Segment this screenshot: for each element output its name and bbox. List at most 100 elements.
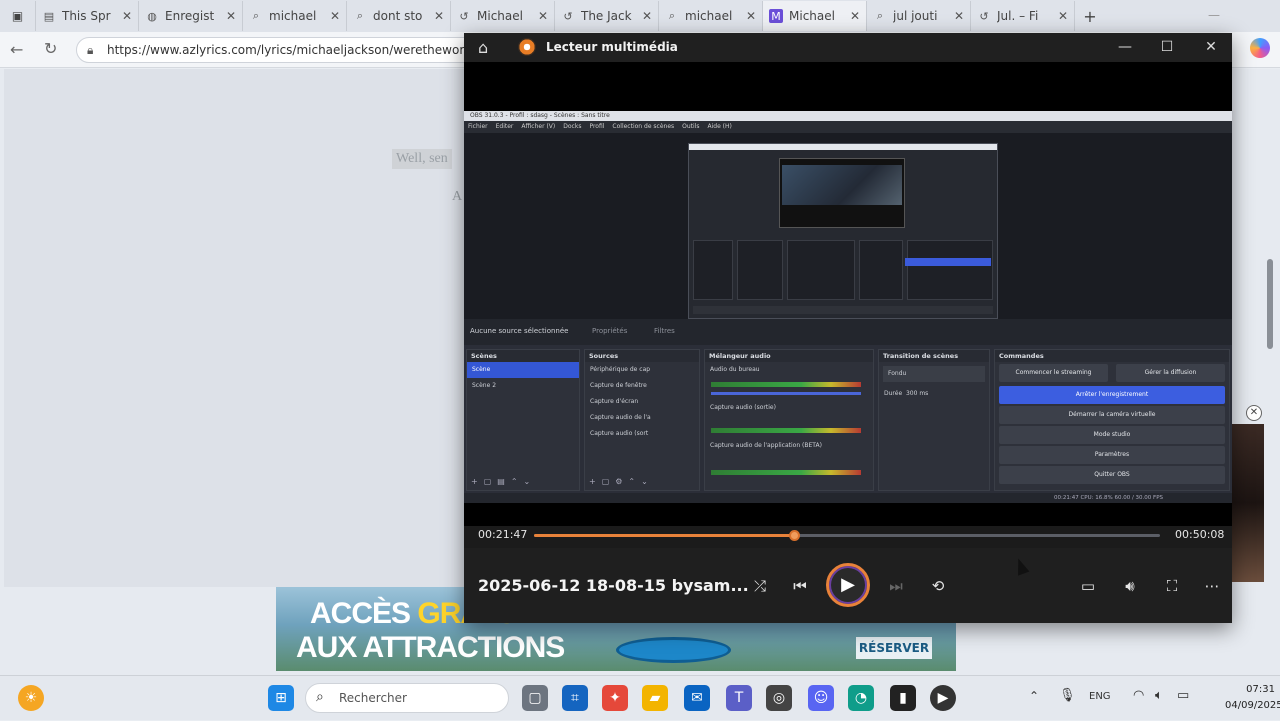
- ad-reserve-button[interactable]: RÉSERVER: [856, 637, 932, 659]
- back-icon[interactable]: ←: [10, 40, 23, 59]
- close-tab-icon[interactable]: ✕: [1058, 9, 1068, 23]
- discord-icon[interactable]: ☺: [808, 685, 834, 711]
- widgets-icon[interactable]: ☀: [18, 685, 44, 711]
- obs-title-bar: OBS 31.0.3 - Profil : sdasg - Scènes : S…: [464, 111, 1232, 121]
- obs-menu-bar: Fichier Editer Afficher (V) Docks Profil Coll…: [464, 121, 1232, 133]
- obs-transitions-dock: Transition de scènes Fondu Durée 300 ms: [878, 349, 990, 491]
- close-ad-icon[interactable]: ✕: [1246, 405, 1262, 421]
- miniplayer-icon[interactable]: ▭: [1074, 572, 1102, 600]
- system-tray: ⌃ 🎙︎ ENG ◠ 🔈︎ ▭ 07:31 04/09/2025: [1025, 676, 1280, 721]
- plus-icon: +: [1083, 6, 1097, 26]
- page-scrollbar[interactable]: [1267, 259, 1273, 349]
- seek-track[interactable]: [534, 530, 1160, 541]
- close-tab-icon[interactable]: ✕: [954, 9, 964, 23]
- lyric-text: A: [452, 189, 463, 204]
- language-indicator[interactable]: ENG: [1089, 691, 1111, 702]
- search-icon: ⌕: [356, 9, 364, 22]
- media-file-title: 2025-06-12 18-08-15 bysam...: [478, 576, 749, 595]
- chrome-icon[interactable]: ◎: [766, 685, 792, 711]
- ad-subheadline: AUX ATTRACTIONS: [296, 631, 565, 664]
- outlook-icon[interactable]: ✉: [684, 685, 710, 711]
- copilot-app-icon[interactable]: ✦: [602, 685, 628, 711]
- refresh-icon[interactable]: ↻: [44, 39, 57, 58]
- maximize-icon[interactable]: ☐: [1152, 37, 1182, 57]
- play-button[interactable]: ▶: [826, 563, 870, 607]
- search-icon: ⌕: [668, 9, 676, 22]
- close-tab-icon[interactable]: ✕: [538, 9, 548, 23]
- browser-tab[interactable]: ⌕ dont sto ✕: [347, 1, 451, 31]
- close-tab-icon[interactable]: ✕: [226, 9, 236, 23]
- lock-icon: 🔒︎: [87, 43, 94, 57]
- obs-scenes-dock: Scènes Scène Scène 2 +▢▤⌃⌄: [466, 349, 580, 491]
- home-icon[interactable]: ⌂: [478, 38, 488, 57]
- browser-tab[interactable]: ◍ Enregist ✕: [139, 1, 243, 31]
- browser-tab[interactable]: ⌕ michael ✕: [243, 1, 347, 31]
- copilot-icon[interactable]: [1250, 38, 1270, 58]
- history-icon: ↺: [459, 9, 469, 23]
- close-tab-icon[interactable]: ✕: [122, 9, 132, 23]
- player-app-title: Lecteur multimédia: [546, 40, 678, 54]
- duration-time: 00:50:08: [1175, 528, 1225, 541]
- seek-bar[interactable]: 00:21:47 00:50:08: [464, 526, 1232, 544]
- obs-audio-mixer-dock: Mélangeur audio Audio du bureau Capture …: [704, 349, 874, 491]
- shuffle-icon[interactable]: ⤮: [746, 572, 774, 600]
- new-tab-button[interactable]: +: [1075, 1, 1105, 31]
- visual-studio-icon[interactable]: ⌗: [562, 685, 588, 711]
- minimize-icon[interactable]: —: [1208, 8, 1220, 22]
- url-field[interactable]: 🔒︎ https://www.azlyrics.com/lyrics/micha…: [76, 37, 496, 63]
- browser-tab-active[interactable]: M Michael ✕: [763, 1, 867, 31]
- play-icon: ▶: [841, 574, 855, 595]
- tab-actions-button[interactable]: ▣: [0, 1, 36, 31]
- obs-status-bar: 00:21:47 CPU: 16.8% 60.00 / 30.00 FPS: [464, 493, 1232, 503]
- repeat-off-icon[interactable]: ⟲: [924, 572, 952, 600]
- taskbar-search[interactable]: ⌕ Rechercher: [305, 683, 509, 713]
- start-windows-icon[interactable]: ⊞: [268, 685, 294, 711]
- obs-controls-dock: Commandes Commencer le streaming Gérer l…: [994, 349, 1230, 491]
- browser-tab[interactable]: ↺ Michael ✕: [451, 1, 555, 31]
- file-explorer-icon[interactable]: ▰: [642, 685, 668, 711]
- media-player-logo-icon: [518, 38, 536, 56]
- next-icon[interactable]: ⏭: [882, 572, 910, 600]
- volume-icon[interactable]: 🔊︎: [1116, 572, 1144, 600]
- browser-tab[interactable]: ↺ Jul. – Fi ✕: [971, 1, 1075, 31]
- obs-scene-toolbar: Aucune source sélectionnée Propriétés Fi…: [464, 319, 1232, 345]
- media-player-window: ⌂ Lecteur multimédia — ☐ ✕ OBS 31.0.3 - …: [464, 33, 1232, 623]
- clock-time[interactable]: 07:31: [1235, 684, 1275, 695]
- obs-recording-frame: OBS 31.0.3 - Profil : sdasg - Scènes : S…: [464, 111, 1232, 503]
- player-control-bar: 2025-06-12 18-08-15 bysam... ⤮ ⏮ ▶ ⏭ ⟲ ▭…: [464, 548, 1232, 623]
- browser-tab[interactable]: ↺ The Jack ✕: [555, 1, 659, 31]
- teams-icon[interactable]: T: [726, 685, 752, 711]
- previous-icon[interactable]: ⏮: [786, 572, 814, 600]
- media-player-taskbar-icon[interactable]: ▶: [930, 685, 956, 711]
- microphone-icon[interactable]: 🎙︎: [1059, 688, 1076, 703]
- current-time: 00:21:47: [478, 528, 528, 541]
- close-tab-icon[interactable]: ✕: [434, 9, 444, 23]
- close-tab-icon[interactable]: ✕: [642, 9, 652, 23]
- close-icon[interactable]: ✕: [1196, 37, 1226, 57]
- windows-taskbar: ☀ ⊞ ⌕ Rechercher ▢ ⌗ ✦ ▰ ✉ T ◎ ☺ ◔ ▮ ▶ ⌃…: [0, 675, 1280, 720]
- fullscreen-icon[interactable]: ⛶: [1158, 572, 1186, 600]
- edge-icon[interactable]: ◔: [848, 685, 874, 711]
- minimize-icon[interactable]: —: [1110, 37, 1140, 57]
- wifi-icon[interactable]: ◠: [1133, 688, 1144, 703]
- volume-icon[interactable]: 🔈︎: [1155, 688, 1163, 703]
- close-tab-icon[interactable]: ✕: [850, 9, 860, 23]
- search-icon: ⌕: [252, 9, 260, 22]
- battery-icon[interactable]: ▭: [1177, 688, 1189, 703]
- close-tab-icon[interactable]: ✕: [746, 9, 756, 23]
- browser-tab[interactable]: ⌕ michael ✕: [659, 1, 763, 31]
- browser-tab[interactable]: ⌕ jul jouti ✕: [867, 1, 971, 31]
- close-tab-icon[interactable]: ✕: [330, 9, 340, 23]
- audio-app-icon[interactable]: ▮: [890, 685, 916, 711]
- video-area[interactable]: OBS 31.0.3 - Profil : sdasg - Scènes : S…: [464, 62, 1232, 526]
- browser-tab[interactable]: ▤ This Spr ✕: [36, 1, 139, 31]
- chevron-up-icon[interactable]: ⌃: [1029, 689, 1039, 703]
- seek-handle[interactable]: [788, 530, 800, 541]
- player-title-bar: ⌂ Lecteur multimédia — ☐ ✕: [464, 33, 1232, 62]
- search-icon: ⌕: [876, 9, 884, 22]
- more-options-icon[interactable]: ⋯: [1198, 572, 1226, 600]
- obs-sources-dock: Sources Périphérique de cap Capture de f…: [584, 349, 700, 491]
- document-icon: ▤: [43, 9, 55, 23]
- task-view-icon[interactable]: ▢: [522, 685, 548, 711]
- clock-date[interactable]: 04/09/2025: [1225, 700, 1280, 711]
